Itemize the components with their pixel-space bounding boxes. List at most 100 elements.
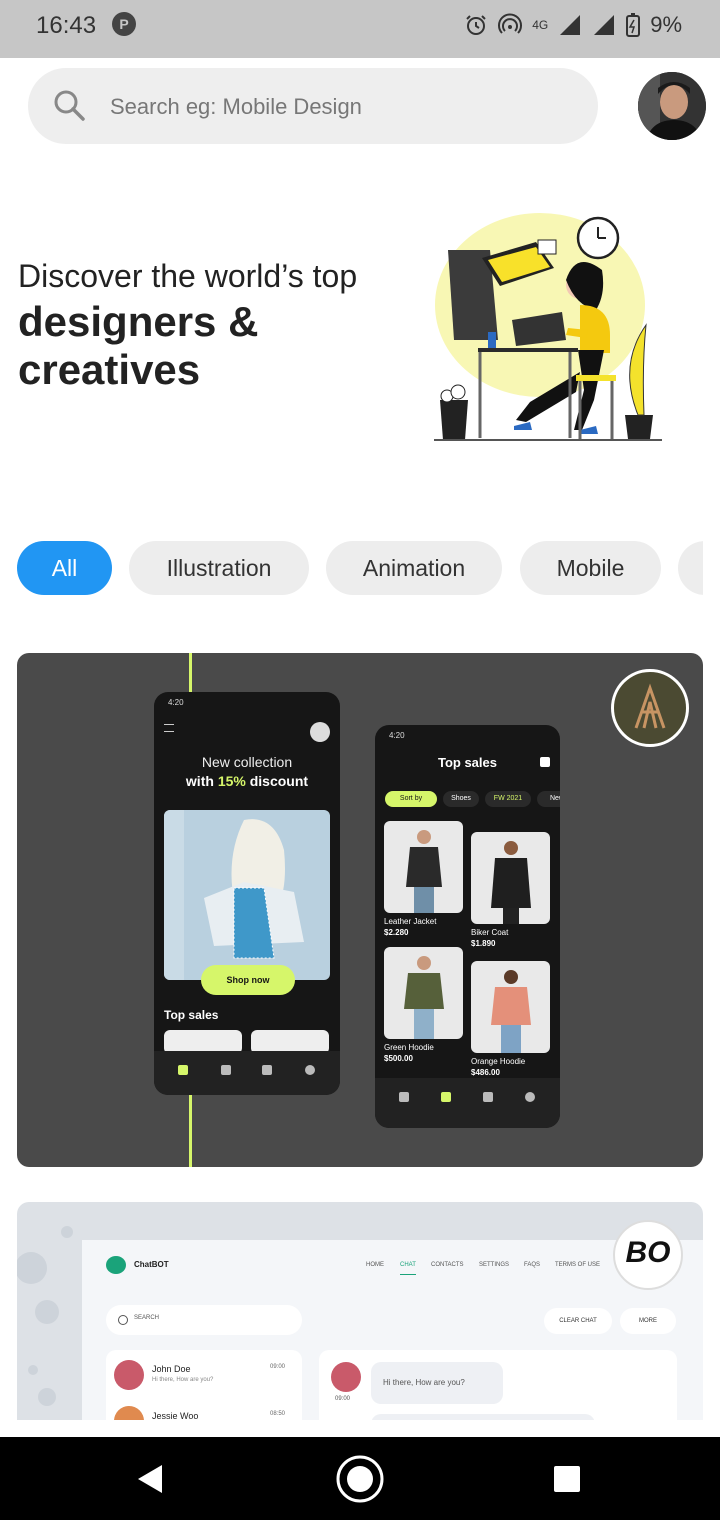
status-bar: 16:43 P 4G 9% (0, 0, 720, 58)
contact-time: 09:00 (270, 1364, 286, 1370)
chip-illustration[interactable]: Illustration (129, 541, 309, 595)
shot-card-chatbot[interactable]: ChatBOT HOME CHAT CONTACTS SETTINGS FAQS… (17, 1202, 703, 1420)
alarm-icon (466, 15, 486, 35)
search-icon (525, 1092, 535, 1102)
chat-search-placeholder: SEARCH (134, 1315, 160, 1321)
tag-shoes[interactable]: Shoes (443, 791, 479, 807)
contact-name: Jessie Woo (152, 1411, 199, 1420)
avatar-image (638, 72, 706, 140)
product-price: $486.00 (471, 1068, 500, 1077)
phone-time: 4:20 (168, 698, 184, 707)
search-icon (54, 90, 85, 121)
chat-search-field[interactable]: SEARCH (106, 1305, 302, 1335)
network-type: 4G (532, 18, 549, 32)
product-photo-leather-jacket[interactable] (384, 821, 463, 913)
bag-icon (483, 1092, 493, 1102)
bag-icon (262, 1065, 272, 1075)
designer-badge-avatar[interactable]: BO (613, 1220, 683, 1290)
menu-icon (164, 724, 174, 732)
system-navigation-bar (0, 1437, 720, 1520)
product-name: Biker Coat (471, 928, 509, 937)
tag-fw2021[interactable]: FW 2021 (485, 791, 531, 807)
clear-chat-button[interactable]: CLEAR CHAT (544, 1308, 612, 1334)
grid-icon (221, 1065, 231, 1075)
status-time: 16:43 (36, 12, 97, 39)
more-button[interactable]: MORE (620, 1308, 676, 1334)
chip-animation[interactable]: Animation (326, 541, 502, 595)
phone-bottom-nav (154, 1051, 340, 1095)
tag-new[interactable]: New (537, 791, 560, 807)
discount-value: 15% (217, 773, 246, 789)
message-time: 09:00 (335, 1396, 351, 1402)
mini-avatar (310, 722, 330, 742)
nav-settings[interactable]: SETTINGS (479, 1262, 509, 1268)
product-name: Green Hoodie (384, 1043, 434, 1052)
phone-bottom-nav (375, 1078, 560, 1128)
designer-badge-avatar[interactable] (611, 669, 689, 747)
nav-contacts[interactable]: CONTACTS (431, 1262, 464, 1268)
shot-card-fashion-app[interactable]: 4:20 New collection with 15% discount Sh… (17, 653, 703, 1167)
home-icon (399, 1092, 409, 1102)
top-sales-title: Top sales (437, 755, 497, 770)
designer-illustration (434, 213, 662, 441)
bot-avatar (331, 1362, 361, 1392)
search-icon (305, 1065, 315, 1075)
phone-time: 4:20 (389, 731, 405, 740)
battery-level: 9% (650, 12, 682, 37)
hero-line-3: creatives (18, 346, 201, 393)
status-icons: 4G 9% (464, 12, 682, 38)
search-icon (118, 1315, 128, 1325)
product-photo-orange-hoodie[interactable] (471, 961, 550, 1053)
phone-mockup-top-sales: 4:20 Top sales Sort by Shoes FW 2021 New… (375, 725, 560, 1128)
app-notification-icon: P (112, 12, 136, 36)
profile-avatar[interactable] (638, 72, 706, 140)
chat-app-panel: ChatBOT HOME CHAT CONTACTS SETTINGS FAQS… (82, 1240, 703, 1420)
contact-time: 08:50 (270, 1411, 286, 1417)
hero-line-2: designers & (18, 298, 259, 345)
tag-sort-by[interactable]: Sort by (385, 791, 437, 807)
search-bar[interactable] (28, 68, 598, 146)
decorative-dots (17, 1226, 73, 1406)
signal-icon (560, 15, 581, 35)
nav-terms[interactable]: TERMS OF USE (555, 1262, 600, 1268)
hero-line-1: Discover the world’s top (18, 258, 358, 294)
chat-window: 09:00 Hi there, How are you? (319, 1350, 677, 1420)
product-photo-green-hoodie[interactable] (384, 947, 463, 1039)
back-icon[interactable] (134, 1463, 166, 1495)
chip-more[interactable] (678, 541, 703, 595)
shop-now-button[interactable]: Shop now (201, 965, 295, 995)
product-price: $1.890 (471, 939, 496, 948)
product-name: Leather Jacket (384, 917, 437, 926)
phone-mockup-home: 4:20 New collection with 15% discount Sh… (154, 692, 340, 1095)
chat-bubble: Hi there, How are you? (371, 1362, 503, 1404)
collection-title: New collection (201, 754, 293, 770)
recents-icon[interactable] (554, 1466, 580, 1492)
top-sales-heading: Top sales (164, 1008, 219, 1022)
search-row (0, 58, 720, 158)
product-name: Orange Hoodie (471, 1057, 526, 1066)
brand-name: ChatBOT (134, 1260, 169, 1269)
signal-icon-2 (594, 15, 615, 35)
nav-home[interactable]: HOME (366, 1262, 384, 1268)
chip-all[interactable]: All (17, 541, 112, 595)
hero-section: Discover the world’s top designers & cre… (0, 200, 720, 460)
cart-icon (540, 757, 550, 767)
category-chips: All Illustration Animation Mobile (17, 541, 703, 595)
chip-mobile[interactable]: Mobile (520, 541, 661, 595)
model-photo (164, 810, 330, 980)
chatbot-logo-icon (106, 1256, 126, 1274)
search-input[interactable] (108, 68, 572, 146)
product-photo-biker-coat[interactable] (471, 832, 550, 924)
home-icon[interactable] (335, 1454, 385, 1504)
contact-avatar (114, 1406, 144, 1420)
contact-name: John Doe (152, 1364, 191, 1374)
nav-faqs[interactable]: FAQS (524, 1262, 540, 1268)
contact-preview: Hi there, How are you? (152, 1377, 214, 1383)
home-icon (178, 1065, 188, 1075)
subtitle-post: discount (245, 773, 309, 789)
nav-chat[interactable]: CHAT (400, 1262, 416, 1275)
contacts-list: John Doe Hi there, How are you? 09:00 Je… (106, 1350, 302, 1420)
grid-icon (441, 1092, 451, 1102)
battery-icon (626, 13, 641, 37)
chat-bubble-2 (371, 1414, 595, 1420)
